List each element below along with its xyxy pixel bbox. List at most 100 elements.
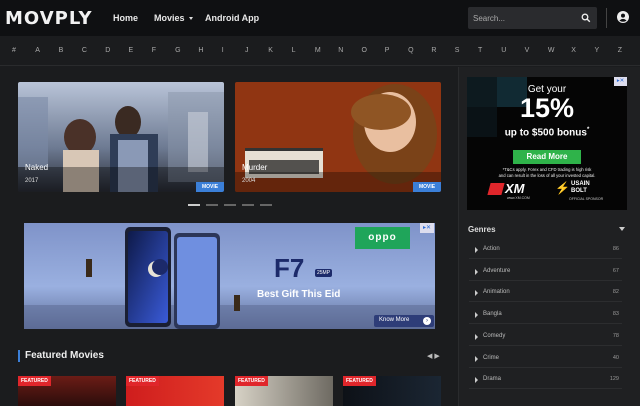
alphabet-letter[interactable]: K [268,47,273,54]
nav-movies-label: Movies [154,13,185,23]
alphabet-letter[interactable]: P [385,47,390,54]
genre-count: 40 [612,354,619,361]
slider-dot[interactable] [188,204,200,206]
alphabet-filter-bar: # A B C D E F G H I J K L M N O P Q R S T U V W X Y Z [0,36,640,66]
slider-card[interactable]: Murder 2004 MOVIE [235,82,441,192]
alphabet-letter[interactable]: J [245,47,249,54]
featured-movie-card[interactable]: FEATURED [235,376,333,406]
card-title: Naked [25,163,49,172]
genre-name: Crime [483,354,499,361]
genre-name: Animation [483,289,510,296]
card-title: Murder [242,163,268,172]
search-icon[interactable] [581,13,591,23]
caret-right-icon [475,377,478,384]
genre-item[interactable]: Crime 40 [469,352,622,368]
arrow-right-icon: › [423,317,431,325]
genre-name: Bangla [483,311,502,318]
alphabet-letter[interactable]: X [571,47,576,54]
sidebar-ad[interactable]: ▸✕ Get your 15% up to $500 bonus* Read M… [467,77,627,210]
alphabet-letter[interactable]: S [455,47,460,54]
alphabet-letter[interactable]: Y [595,47,600,54]
oppo-logo: oppo [355,227,410,249]
alphabet-letter[interactable]: U [501,47,506,54]
banner-ad[interactable]: oppo ▸✕ F7 25MP Best Gift This Eid Know … [24,223,435,329]
genre-name: Adventure [483,267,511,274]
card-type-badge: MOVIE [413,182,441,192]
site-logo[interactable]: MOVPLY [5,8,93,29]
caret-right-icon [475,247,478,253]
banner-cta-label: Know More [379,317,410,323]
caret-down-icon[interactable] [619,227,625,231]
alphabet-letter[interactable]: W [548,47,555,54]
nav-movies[interactable]: Movies [154,13,194,23]
chevron-right-icon[interactable]: ▶ [434,353,439,360]
alphabet-letter[interactable]: O [362,47,367,54]
featured-movie-card[interactable]: FEATURED [126,376,224,406]
slider-dot[interactable] [206,204,218,206]
ad-read-more-button[interactable]: Read More [513,150,581,164]
genre-count: 82 [612,289,619,296]
search-input[interactable] [468,7,576,29]
genre-item[interactable]: Comedy 78 [469,330,622,346]
alphabet-letter[interactable]: L [292,47,296,54]
alphabet-letter[interactable]: C [82,47,87,54]
xm-logo: XM www.XM.COM [487,181,539,200]
user-account-icon[interactable] [617,11,629,23]
alphabet-letter[interactable]: G [175,47,180,54]
slider-card[interactable]: Naked 2017 MOVIE [18,82,224,192]
caret-right-icon [475,333,478,340]
ad-disclaimer-2: and can result in the loss of all your i… [498,173,596,178]
genre-count: 86 [612,246,619,252]
genre-item[interactable]: Adventure 67 [469,265,622,281]
ad-line2-sup: * [586,127,590,133]
movie-poster-murder [235,82,441,192]
genre-count: 83 [612,311,619,318]
slider-dot[interactable] [242,204,254,206]
alphabet-letter[interactable]: F [152,47,156,54]
genre-name: Comedy [483,332,506,339]
bolt-pose-icon: ⚡ [555,181,570,195]
banner-cta-button[interactable]: Know More › [374,315,434,327]
alphabet-letter[interactable]: A [35,47,40,54]
sponsor-1: USAIN [571,181,590,187]
alphabet-letter[interactable]: I [222,47,224,54]
ad-line2: up to $500 bonus* [467,127,627,138]
genre-count: 78 [612,332,619,339]
alphabet-letter[interactable]: B [59,47,64,54]
featured-movie-card[interactable]: FEATURED [343,376,441,406]
ad-line2-text: up to $500 bonus [504,127,587,139]
ad-close-icon[interactable]: ▸✕ [420,223,434,233]
header-divider [606,8,607,28]
alphabet-letter[interactable]: V [525,47,530,54]
alphabet-letter[interactable]: H [198,47,203,54]
genre-item[interactable]: Bangla 83 [469,308,622,325]
nav-android-app[interactable]: Android App [205,13,259,23]
featured-movie-card[interactable]: FEATURED [18,376,116,406]
alphabet-letter[interactable]: D [105,47,110,54]
genre-item[interactable]: Action 86 [469,243,622,259]
card-year: 2004 [242,178,256,184]
caret-right-icon [475,268,478,275]
chevron-left-icon[interactable]: ◀ [427,353,432,360]
xm-site: www.XM.COM [507,196,530,200]
alphabet-letter[interactable]: Q [408,47,413,54]
banner-mp-badge: 25MP [315,269,333,277]
slider-dot[interactable] [224,204,236,206]
alphabet-letter[interactable]: # [12,47,16,54]
genre-count: 129 [609,376,619,383]
xm-mark-icon [487,183,505,195]
alphabet-letter[interactable]: E [129,47,134,54]
genre-count: 67 [612,267,619,274]
alphabet-letter[interactable]: R [431,47,436,54]
genre-item[interactable]: Drama 129 [469,373,622,390]
nav-home[interactable]: Home [113,13,138,23]
alphabet-letter[interactable]: M [315,47,321,54]
slider-dot[interactable] [260,204,272,206]
alphabet-letter[interactable]: T [478,47,482,54]
genre-item[interactable]: Animation 82 [469,286,622,303]
genres-heading: Genres [468,225,496,234]
banner-tagline: Best Gift This Eid [257,289,341,300]
alphabet-letter[interactable]: N [338,47,343,54]
movie-poster-naked [18,82,224,192]
alphabet-letter[interactable]: Z [618,47,622,54]
